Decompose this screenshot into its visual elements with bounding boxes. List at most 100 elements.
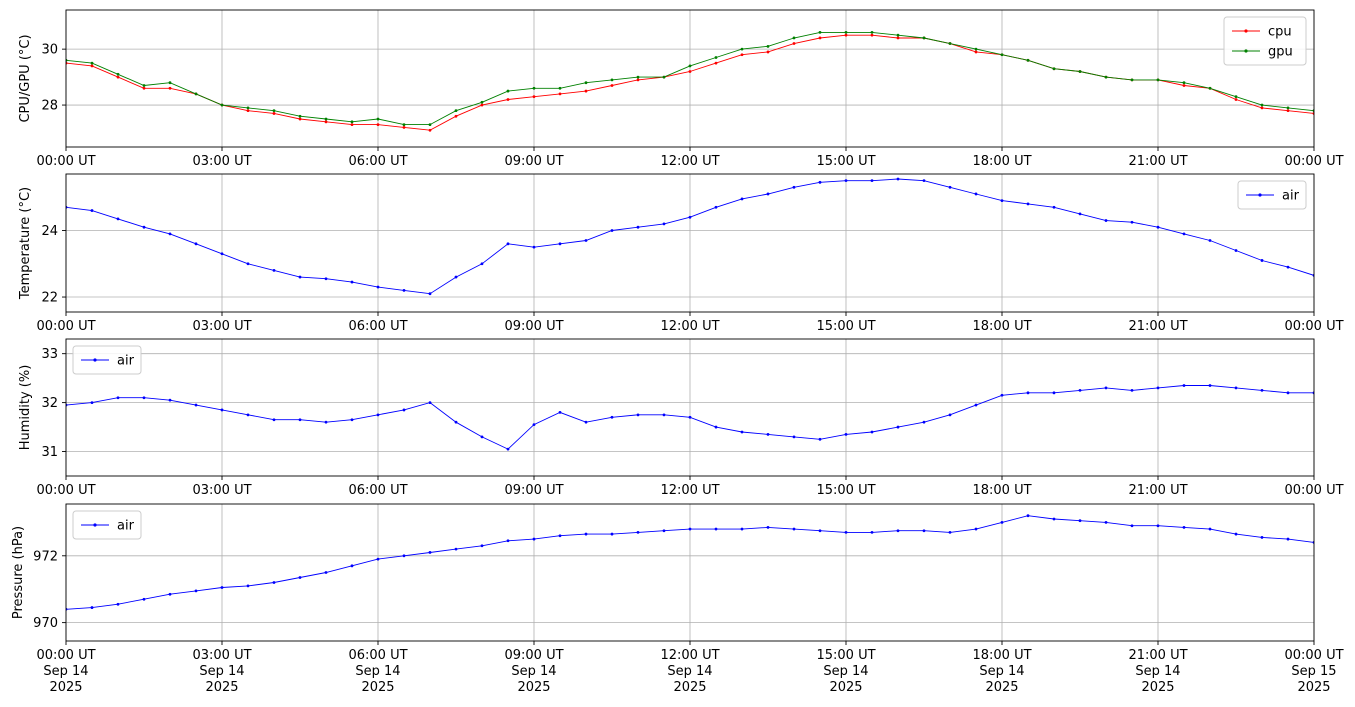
legend-label-cpu: cpu	[1268, 25, 1292, 40]
data-point	[896, 529, 900, 533]
y-tick-label: 28	[41, 99, 58, 114]
data-point	[454, 420, 458, 424]
data-point	[168, 398, 172, 402]
x-tick-label: 06:00 UT Sep 14 2025	[348, 648, 407, 695]
data-point	[792, 185, 796, 189]
data-point	[766, 433, 770, 436]
data-point	[714, 56, 718, 59]
legend-marker	[1244, 29, 1248, 33]
data-point	[896, 36, 900, 40]
data-point	[1182, 81, 1186, 85]
x-tick-label: 06:00 UT	[348, 154, 407, 169]
data-point	[142, 396, 146, 400]
legend: cpu gpu	[1223, 16, 1307, 66]
data-point	[740, 527, 744, 531]
x-tick-label: 03:00 UT	[192, 319, 251, 334]
data-point	[1156, 225, 1160, 229]
data-point	[454, 275, 458, 279]
data-point	[714, 425, 718, 429]
y-tick-label: 30	[41, 43, 58, 58]
x-tick-label: 12:00 UT	[660, 483, 719, 498]
data-point	[1234, 95, 1238, 99]
data-point	[1182, 84, 1186, 87]
data-point	[792, 527, 796, 531]
panel-1: 28 30 00:00 UT 03:00 UT 06:00 UT 09:00 UT 12:0…	[18, 9, 1344, 169]
data-point	[1026, 202, 1030, 206]
data-point	[922, 529, 926, 533]
data-point	[1286, 106, 1290, 110]
data-point	[90, 401, 94, 405]
x-tick-label: 06:00 UT	[348, 319, 407, 334]
data-point	[1182, 525, 1186, 529]
x-tick-label: 18:00 UT	[972, 154, 1031, 169]
data-point	[506, 242, 510, 246]
data-point	[428, 292, 432, 296]
data-point	[714, 527, 718, 531]
y-axis-label: Temperature (°C)	[18, 187, 33, 300]
data-point	[1104, 386, 1108, 390]
data-point	[766, 525, 770, 529]
y-tick-label: 32	[41, 396, 58, 411]
data-point	[1208, 239, 1212, 242]
data-point	[1156, 386, 1160, 390]
data-point	[246, 584, 250, 588]
data-point	[246, 109, 250, 113]
data-point	[818, 180, 822, 184]
x-tick-label: 00:00 UT	[1284, 154, 1343, 169]
data-point	[298, 117, 302, 121]
data-point	[1234, 386, 1238, 390]
data-point	[506, 89, 510, 93]
data-point	[688, 70, 692, 73]
data-point	[636, 75, 640, 79]
data-point	[350, 564, 354, 568]
x-tick-label: 09:00 UT	[504, 483, 563, 498]
legend-label-air: air	[117, 519, 135, 534]
data-point	[1000, 520, 1004, 524]
data-point	[376, 285, 380, 289]
data-point	[350, 123, 354, 127]
data-point	[246, 262, 250, 266]
data-point	[90, 606, 94, 609]
data-point	[1000, 53, 1004, 57]
data-point	[298, 275, 302, 279]
data-point	[870, 179, 874, 183]
data-point	[220, 586, 224, 589]
data-point	[1052, 517, 1056, 521]
data-point	[1104, 520, 1108, 524]
data-point	[532, 423, 536, 427]
data-point	[428, 123, 432, 127]
data-point	[1000, 393, 1004, 397]
x-tick-label: 09:00 UT	[504, 319, 563, 334]
data-point	[558, 92, 562, 96]
data-point	[116, 75, 120, 79]
data-point	[194, 403, 198, 407]
data-point	[454, 547, 458, 551]
data-point	[90, 61, 94, 65]
data-point	[1026, 58, 1030, 62]
x-tick-label: 00:00 UT	[36, 483, 95, 498]
legend-label-air: air	[117, 354, 135, 369]
data-point	[688, 64, 692, 68]
data-point	[480, 100, 484, 104]
data-point	[584, 420, 588, 424]
data-point	[116, 396, 120, 400]
data-point	[792, 435, 796, 439]
data-point	[662, 222, 666, 226]
data-point	[818, 529, 822, 533]
data-point	[1234, 249, 1238, 252]
data-point	[454, 109, 458, 113]
x-tick-label: 00:00 UT	[36, 319, 95, 334]
panel-3: 31 32 33 00:00 UT 03:00 UT 06:00 UT 09:00 UT 12…	[18, 338, 1344, 498]
data-point	[636, 531, 640, 534]
data-point	[90, 64, 94, 68]
data-point	[402, 288, 406, 292]
data-point	[870, 30, 874, 34]
data-point	[402, 554, 406, 558]
legend-marker	[93, 523, 97, 527]
data-point	[740, 197, 744, 201]
data-point	[1208, 86, 1212, 90]
data-point	[220, 252, 224, 256]
data-point	[1260, 536, 1264, 539]
data-point	[1104, 219, 1108, 222]
x-tick-label: 03:00 UT Sep 14 2025	[192, 648, 251, 695]
